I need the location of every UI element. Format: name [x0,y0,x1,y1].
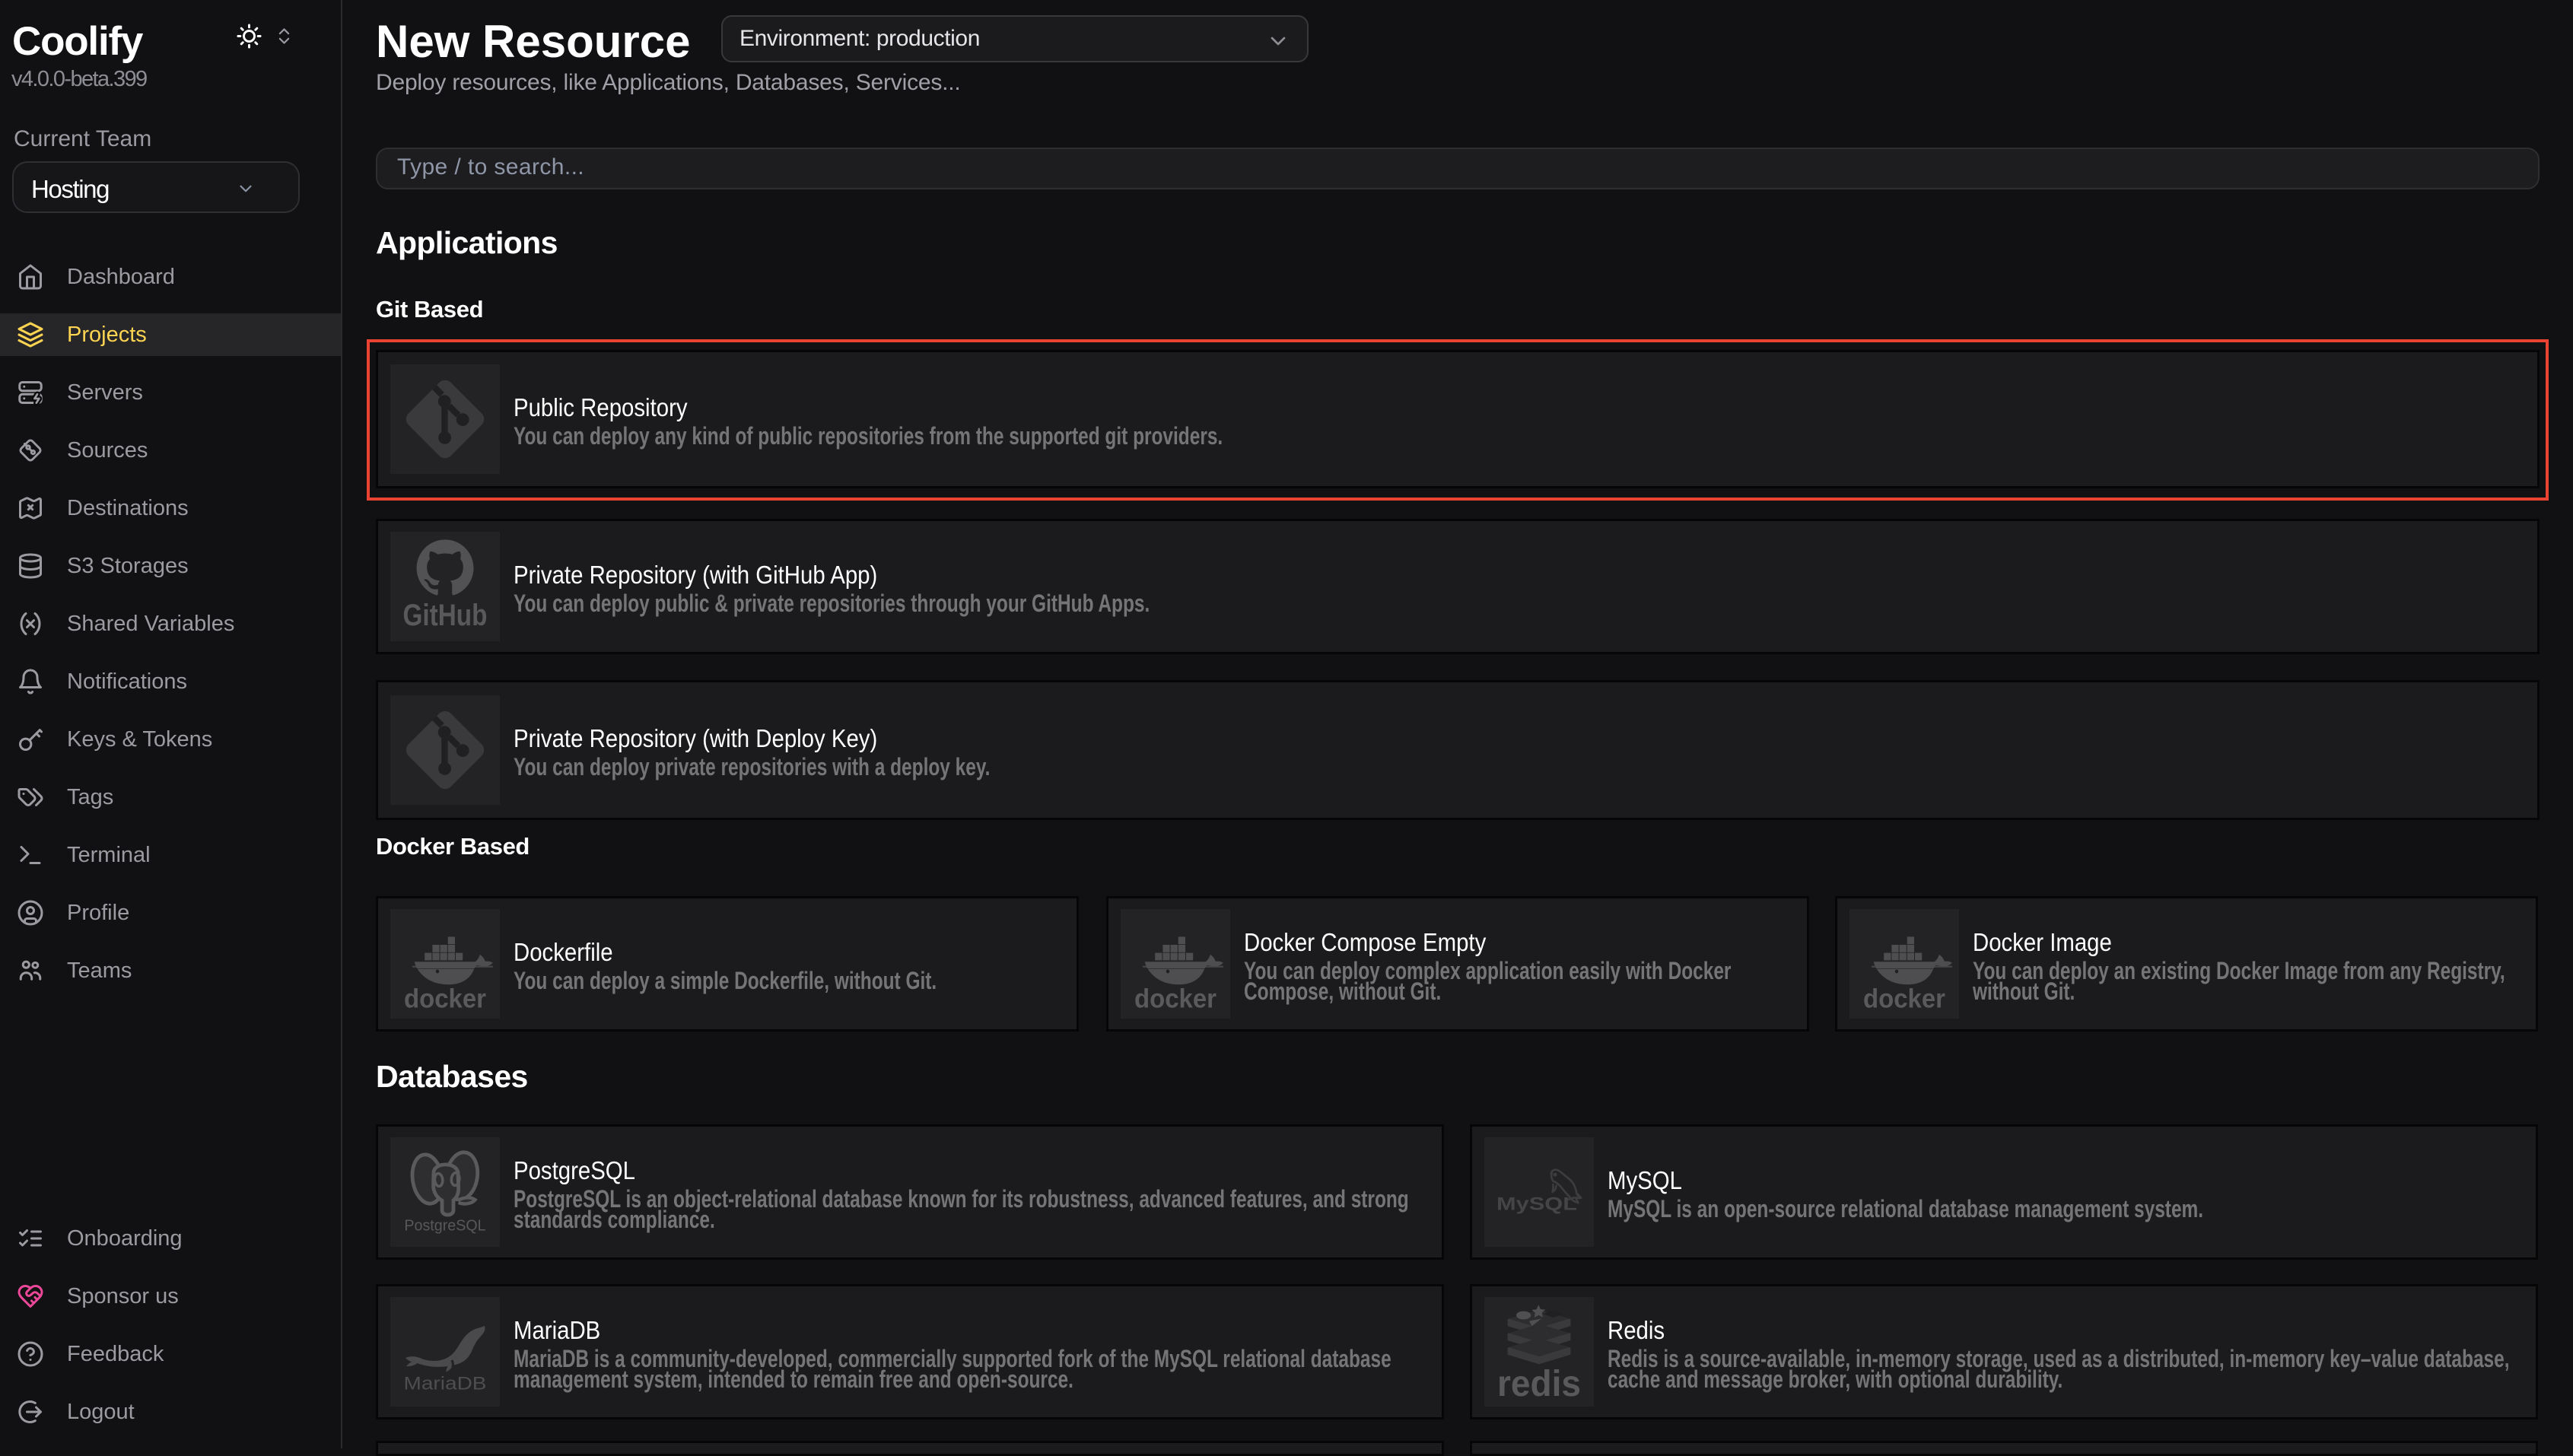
svg-text:docker: docker [1134,984,1217,1014]
svg-text:docker: docker [1863,984,1945,1014]
svg-text:MySQL: MySQL [1496,1194,1577,1215]
svg-text:docker: docker [404,984,486,1014]
svg-text:redis: redis [1497,1364,1581,1404]
svg-text:PostgreSQL: PostgreSQL [404,1216,485,1234]
svg-text:MariaDB: MariaDB [404,1374,487,1394]
svg-text:GitHub: GitHub [403,599,488,632]
